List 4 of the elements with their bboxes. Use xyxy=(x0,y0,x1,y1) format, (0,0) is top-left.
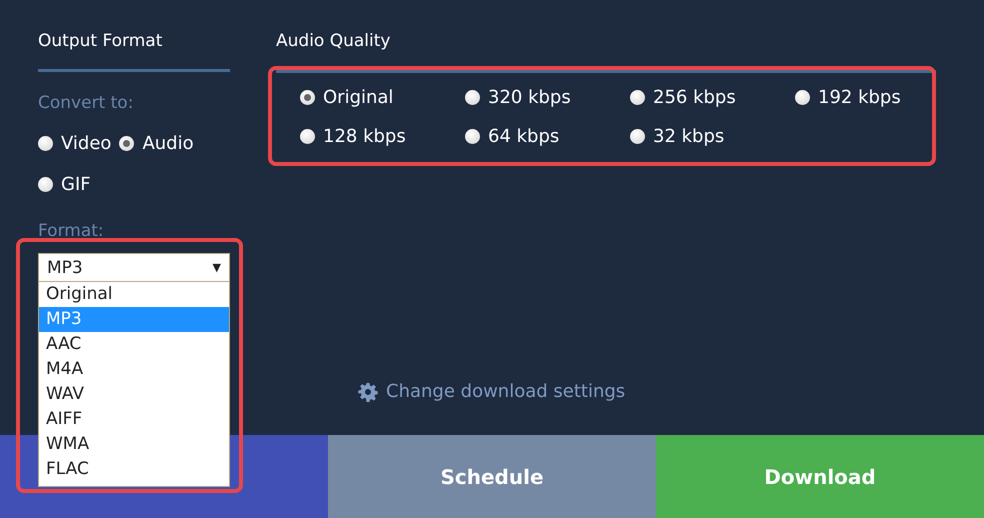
section-title: Output Format xyxy=(38,30,164,52)
field-label: Convert to: xyxy=(38,93,134,113)
field-label: Format: xyxy=(38,221,105,241)
section-title: Audio Quality xyxy=(276,30,392,52)
